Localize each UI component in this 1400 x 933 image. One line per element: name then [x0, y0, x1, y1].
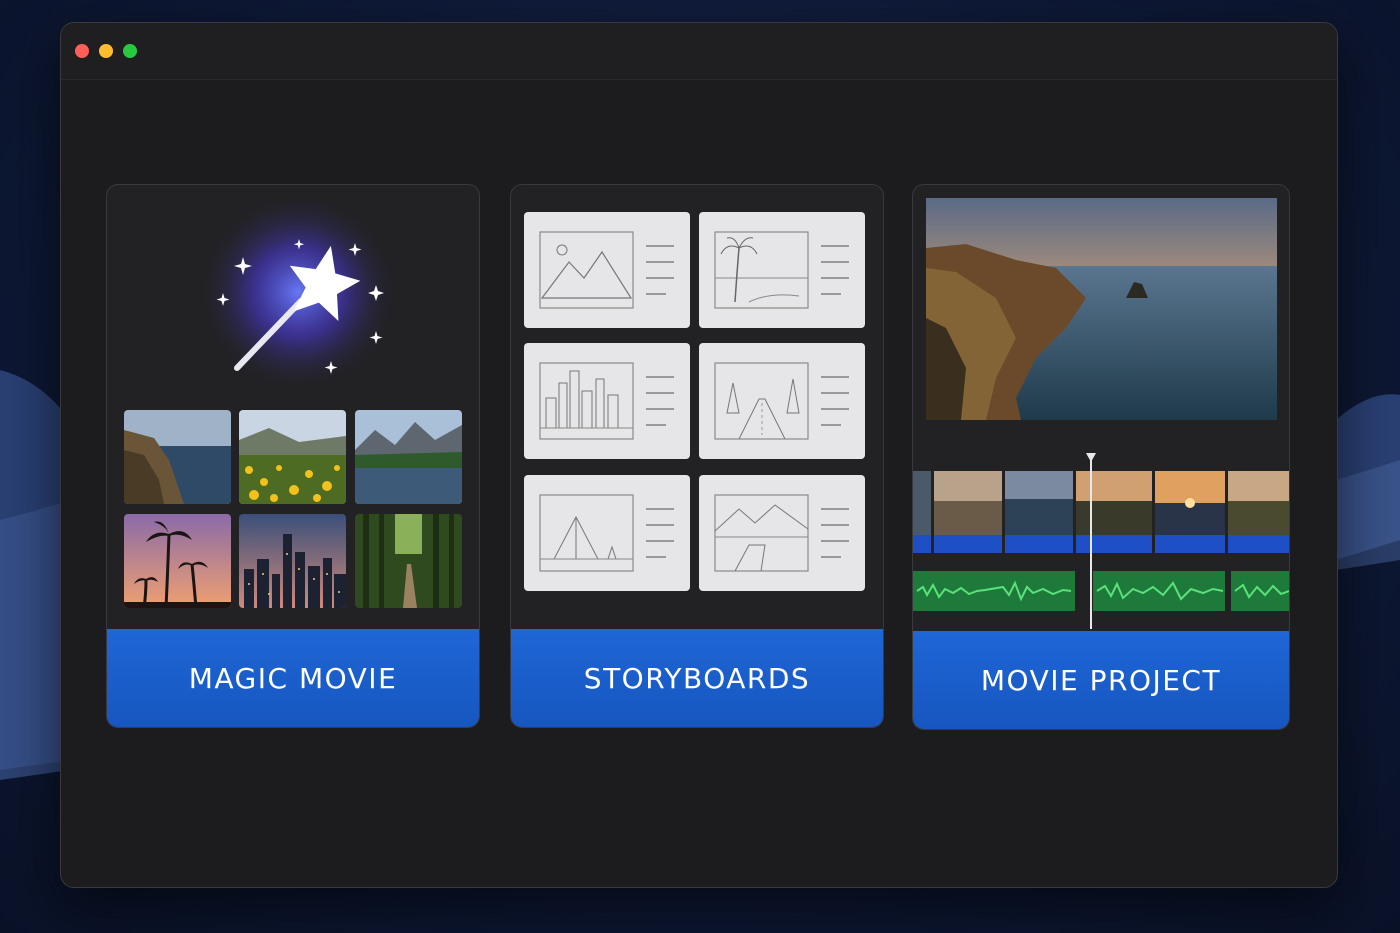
app-window: MAGIC MOVIE STORYBOARDS MOVIE PROJECT: [60, 22, 1338, 888]
storyboard-template-road[interactable]: [699, 343, 865, 459]
magic-wand-icon: [198, 201, 398, 396]
close-window-button[interactable]: [75, 44, 89, 58]
storyboard-template-lake[interactable]: [699, 475, 865, 591]
movie-project-button[interactable]: MOVIE PROJECT: [913, 631, 1289, 729]
playhead-handle[interactable]: [1086, 453, 1096, 462]
forest-path-thumbnail[interactable]: [355, 514, 462, 608]
zoom-window-button[interactable]: [123, 44, 137, 58]
magic-movie-card[interactable]: MAGIC MOVIE: [106, 184, 480, 728]
storyboard-template-camping[interactable]: [524, 475, 690, 591]
storyboard-template-beach[interactable]: [699, 212, 865, 328]
audio-track[interactable]: [913, 571, 1289, 611]
magic-movie-button[interactable]: MAGIC MOVIE: [107, 629, 479, 727]
storyboards-card[interactable]: STORYBOARDS: [510, 184, 884, 728]
storyboards-label: STORYBOARDS: [583, 661, 811, 695]
video-preview: [926, 198, 1277, 420]
movie-project-card[interactable]: MOVIE PROJECT: [912, 184, 1290, 730]
palm-sunset-thumbnail[interactable]: [124, 514, 231, 608]
minimize-window-button[interactable]: [99, 44, 113, 58]
playhead[interactable]: [1090, 455, 1092, 629]
city-skyline-thumbnail[interactable]: [239, 514, 346, 608]
video-track[interactable]: [913, 471, 1289, 553]
movie-project-label: MOVIE PROJECT: [980, 663, 1222, 697]
storyboards-button[interactable]: STORYBOARDS: [511, 629, 883, 727]
storyboard-template-mountain[interactable]: [524, 212, 690, 328]
magic-movie-label: MAGIC MOVIE: [188, 661, 398, 695]
title-bar: [61, 23, 1337, 80]
coastline-thumbnail[interactable]: [124, 410, 231, 504]
wildflower-meadow-thumbnail[interactable]: [239, 410, 346, 504]
mountain-lake-thumbnail[interactable]: [355, 410, 462, 504]
timeline[interactable]: [913, 453, 1289, 629]
storyboard-template-city[interactable]: [524, 343, 690, 459]
